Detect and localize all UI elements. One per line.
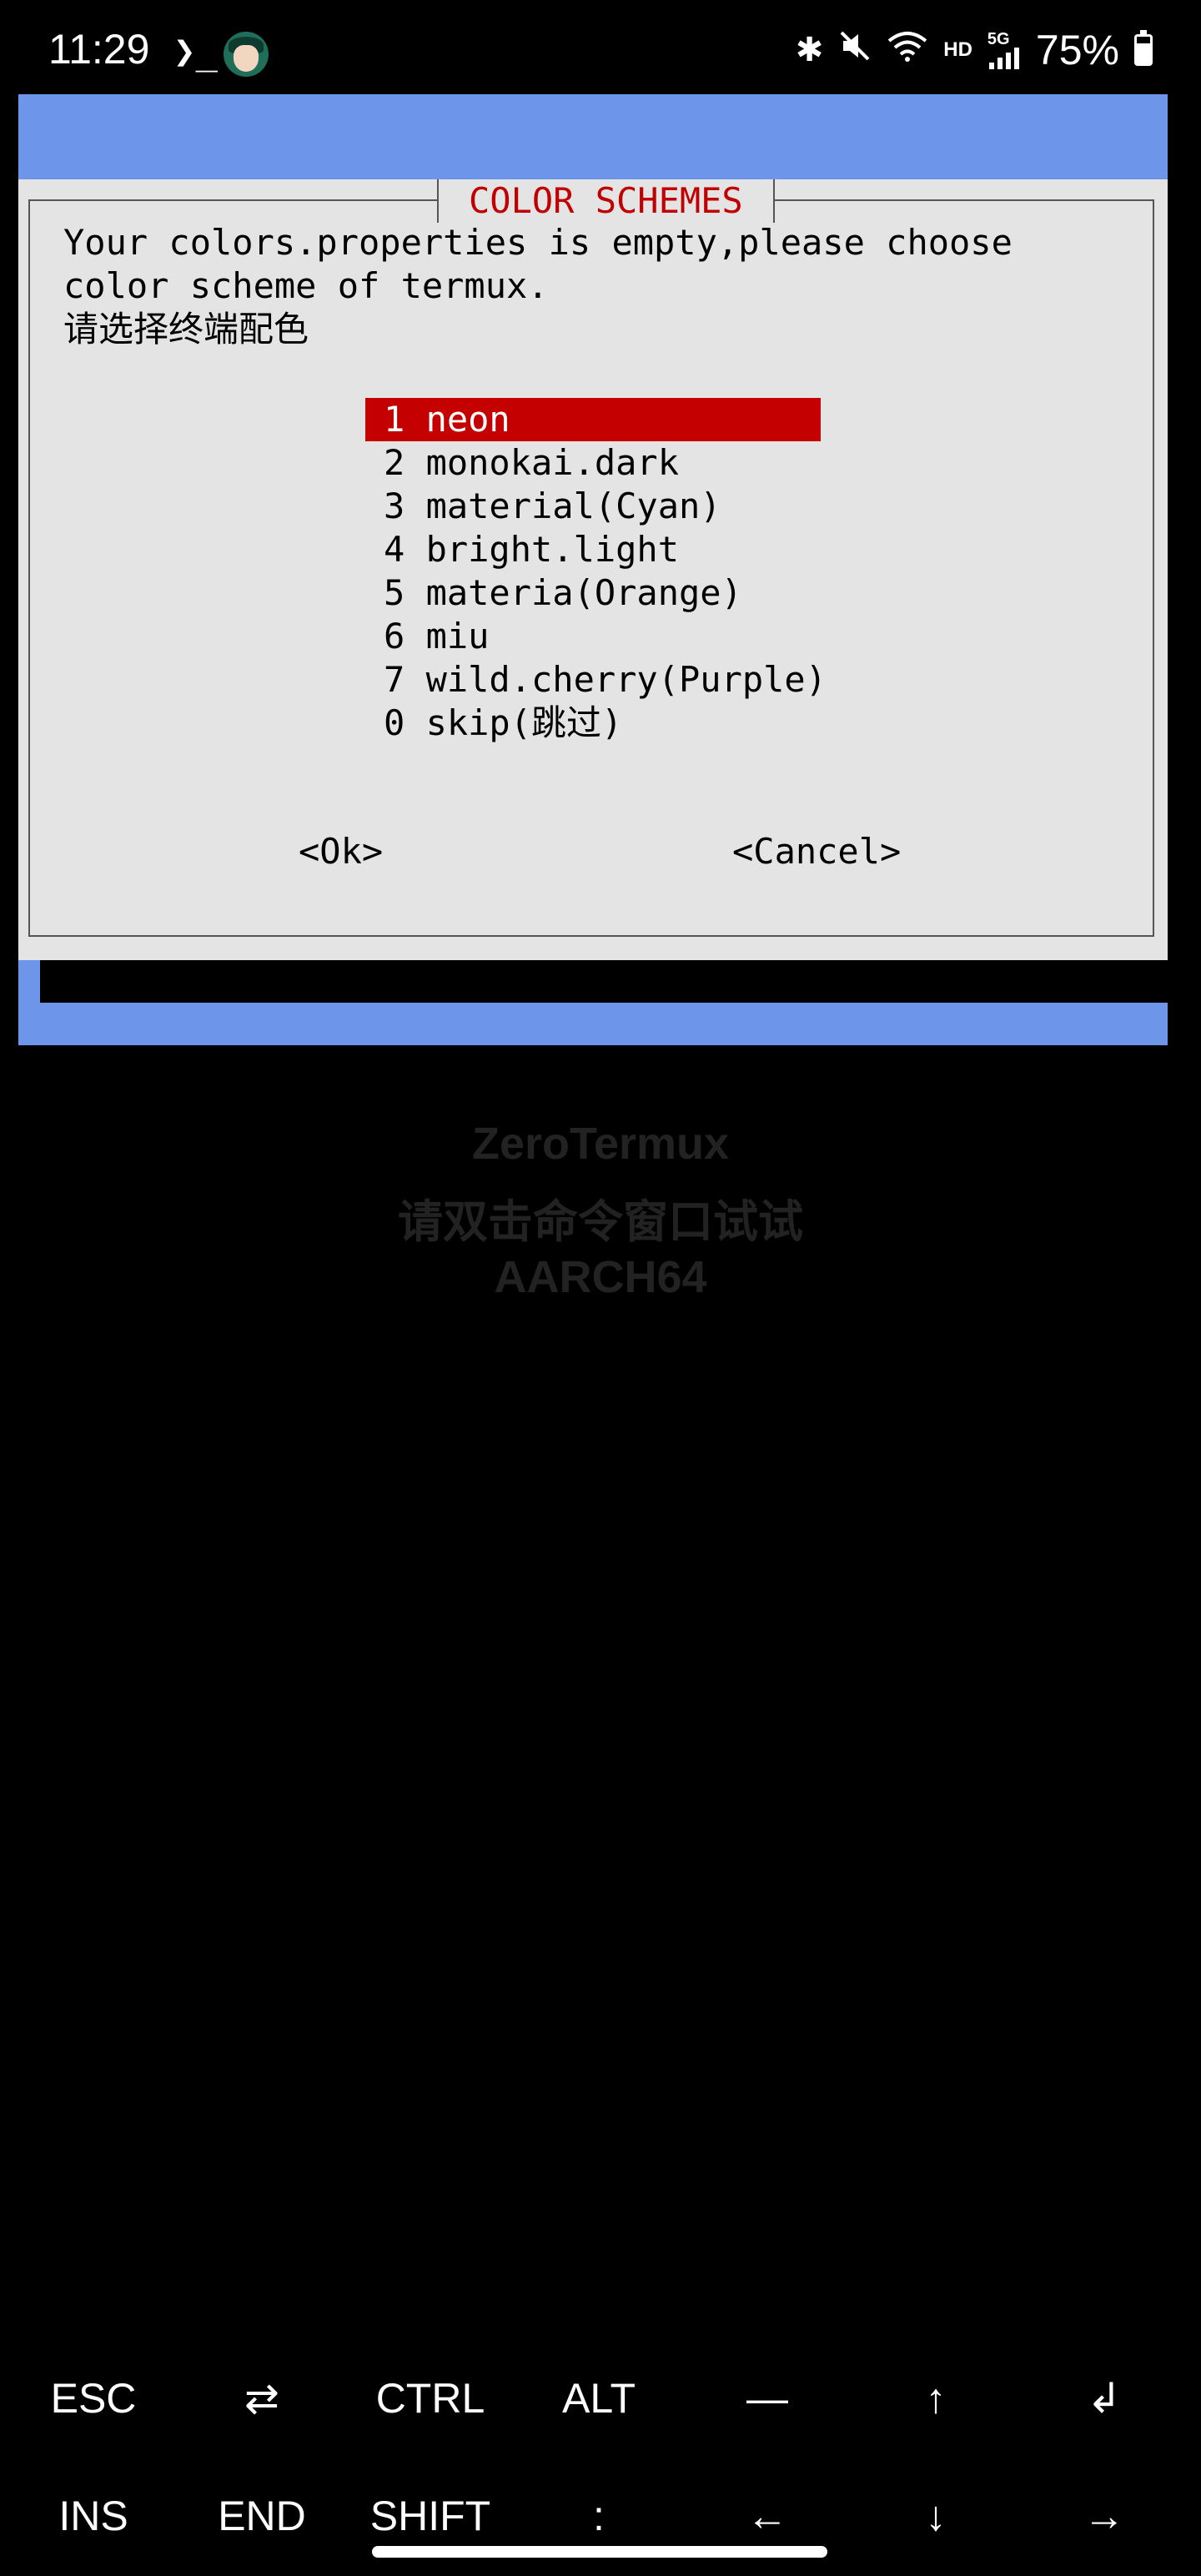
app-avatar-icon — [224, 32, 269, 77]
network-type: 5G — [987, 30, 1010, 48]
key-ctrl[interactable]: CTRL — [347, 2348, 514, 2448]
bluetooth-icon: ✱ — [795, 31, 824, 69]
watermark-hint: 请双击命令窗口试试 — [398, 1195, 803, 1248]
color-scheme-dialog: COLOR SCHEMES Your colors.properties is … — [18, 179, 1168, 960]
menu-item-bright-light[interactable]: 4 bright.light — [365, 528, 832, 571]
menu-item-wild-cherry[interactable]: 7 wild.cherry(Purple) — [365, 658, 832, 702]
menu-item-materia-orange[interactable]: 5 materia(Orange) — [365, 571, 832, 615]
watermark-app-name: ZeroTermux — [471, 1119, 730, 1169]
ok-button[interactable]: <Ok> — [299, 830, 383, 873]
status-icons: ✱ HD 5G 75% — [796, 25, 1153, 75]
key-up[interactable]: ↑ — [852, 2348, 1019, 2448]
key-dash[interactable]: — — [684, 2348, 851, 2448]
status-bar: 11:29 ❯_ ✱ HD 5G 75% — [0, 0, 1201, 92]
key-ins[interactable]: INS — [10, 2466, 177, 2566]
key-esc[interactable]: ESC — [10, 2348, 177, 2448]
menu-item-miu[interactable]: 6 miu — [365, 615, 832, 658]
mute-icon — [838, 29, 872, 71]
menu-item-monokai-dark[interactable]: 2 monokai.dark — [365, 441, 832, 485]
scheme-menu: 1 neon 2 monokai.dark 3 material(Cyan) 4… — [365, 398, 832, 745]
terminal-icon: ❯_ — [173, 30, 218, 73]
key-right[interactable]: → — [1021, 2466, 1188, 2566]
menu-item-material-cyan[interactable]: 3 material(Cyan) — [365, 485, 832, 528]
watermark-arch: AARCH64 — [494, 1252, 707, 1302]
dialog-message: color scheme of termux. — [63, 265, 549, 306]
dialog-title: COLOR SCHEMES — [437, 179, 775, 223]
hd-badge: HD — [943, 38, 972, 61]
menu-item-neon[interactable]: 1 neon — [365, 398, 821, 441]
key-enter[interactable]: ↲ — [1021, 2348, 1188, 2448]
status-time: 11:29 — [48, 26, 150, 73]
network-indicator: 5G — [987, 31, 1021, 69]
battery-icon — [1134, 30, 1153, 66]
terminal-backdrop-top — [18, 94, 1168, 179]
key-tab[interactable]: ⇄ — [178, 2348, 345, 2448]
dialog-shadow — [40, 960, 1168, 1003]
cancel-button[interactable]: <Cancel> — [732, 830, 901, 873]
wifi-icon — [887, 29, 928, 71]
dialog-message-chinese: 请选择终端配色 — [63, 309, 309, 350]
key-alt[interactable]: ALT — [515, 2348, 682, 2448]
signal-icon — [988, 48, 1019, 69]
menu-item-skip[interactable]: 0 skip(跳过) — [365, 702, 832, 745]
dialog-message: Your colors.properties is empty,please c… — [63, 222, 1013, 263]
key-end[interactable]: END — [178, 2466, 345, 2566]
gesture-handle[interactable] — [372, 2546, 827, 2558]
key-down[interactable]: ↓ — [852, 2466, 1019, 2566]
battery-percent: 75% — [1035, 27, 1119, 73]
